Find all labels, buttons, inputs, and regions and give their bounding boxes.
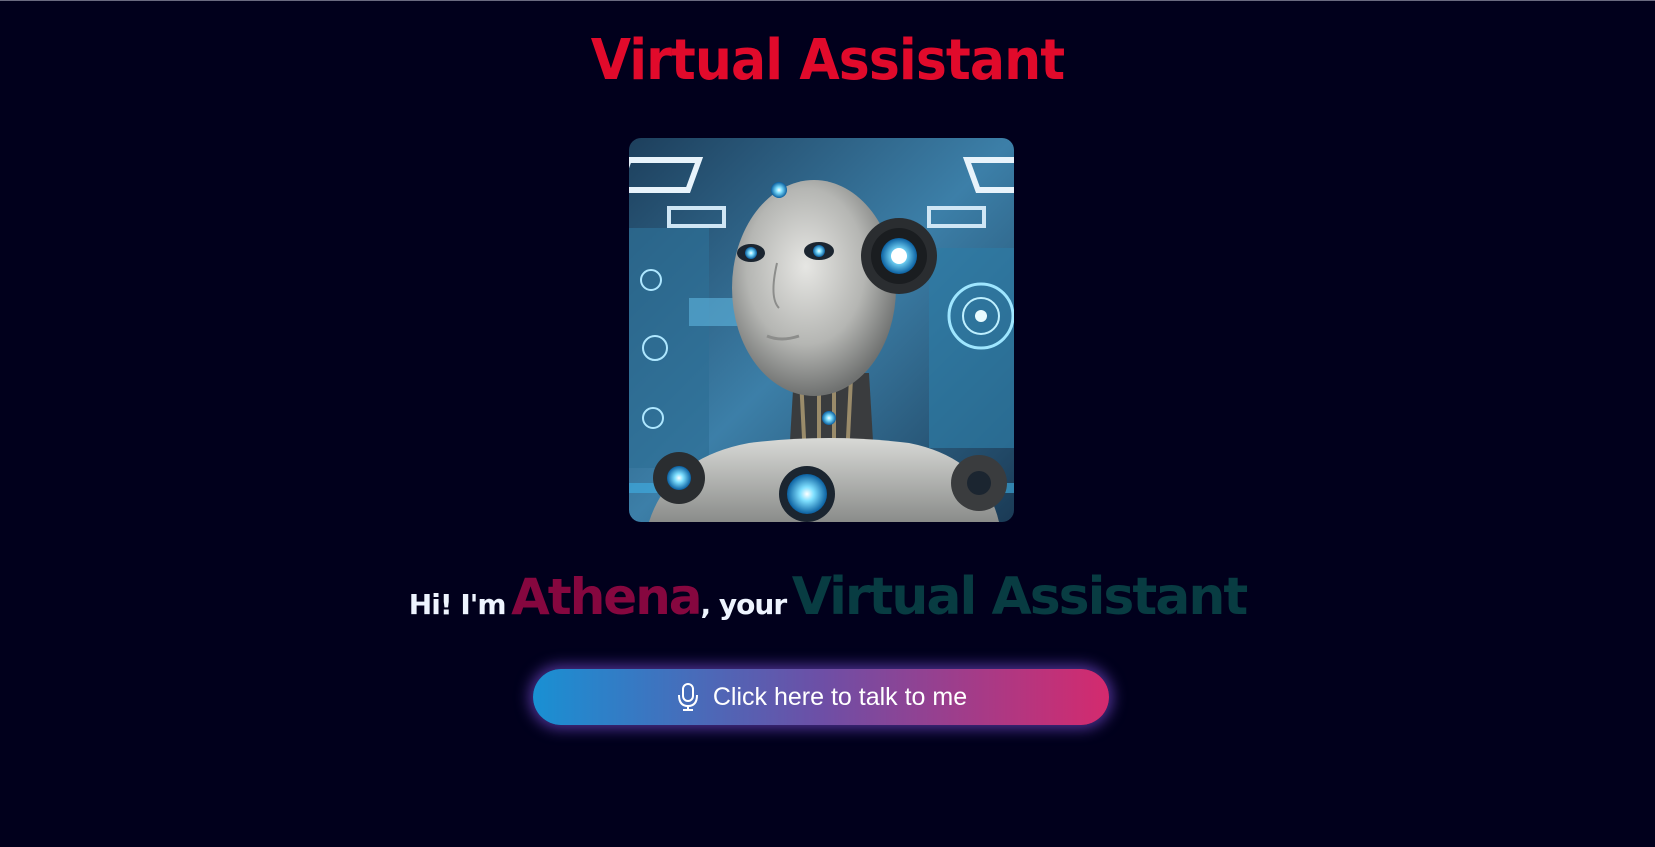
- microphone-icon: [677, 683, 698, 711]
- assistant-portrait: [629, 138, 1014, 522]
- greeting-middle: , your: [700, 588, 788, 621]
- page-title: Virtual Assistant: [590, 28, 1065, 93]
- assistant-name: Athena: [511, 568, 702, 626]
- assistant-role: Virtual Assistant: [791, 567, 1248, 627]
- top-border: [0, 0, 1655, 1]
- talk-button[interactable]: Click here to talk to me: [533, 669, 1109, 725]
- talk-button-label: Click here to talk to me: [712, 682, 968, 711]
- greeting-prefix: Hi! I'm: [408, 588, 507, 621]
- greeting-line: Hi! I'm Athena, your Virtual Assistant: [0, 562, 1655, 644]
